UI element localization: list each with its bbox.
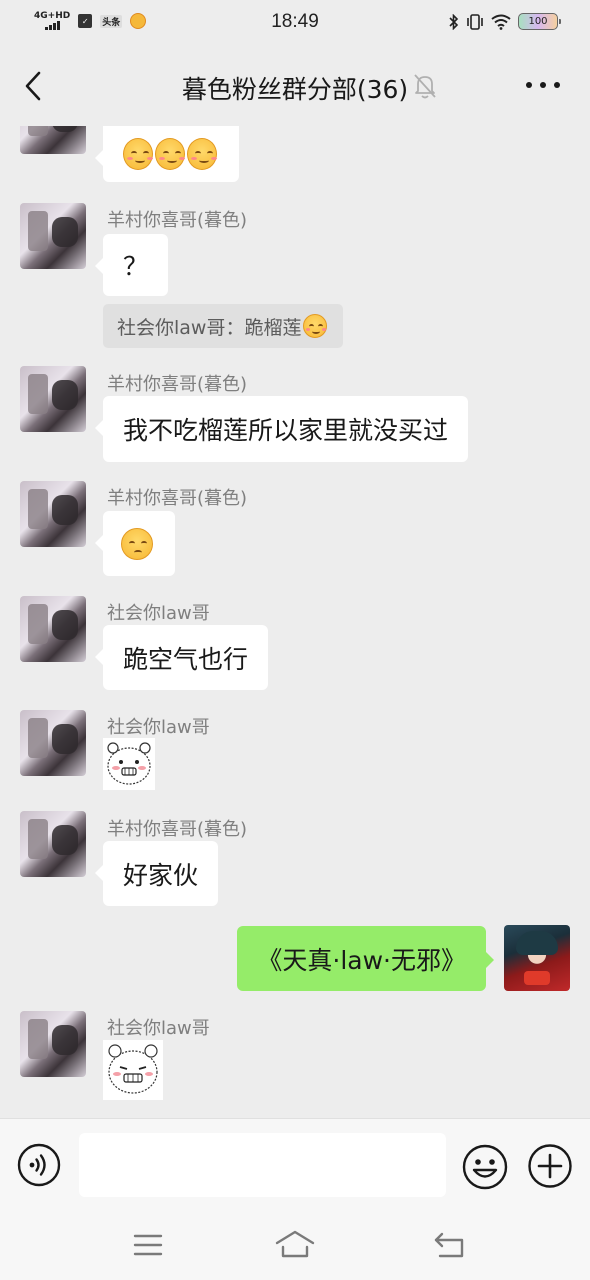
avatar[interactable] <box>20 811 86 877</box>
battery-level: 100 <box>528 16 548 27</box>
sender-name: 社会你law哥 <box>107 603 210 624</box>
plus-circle-icon[interactable] <box>527 1143 573 1189</box>
message-bubble[interactable]: 我不吃榴莲所以家里就没买过 <box>94 396 469 462</box>
smiling-face-emoji-icon <box>303 314 328 338</box>
message-bubble[interactable]: ？ <box>94 234 169 296</box>
avatar[interactable] <box>20 203 86 269</box>
sender-name: 社会你law哥 <box>107 1018 210 1039</box>
smiling-face-emoji-icon <box>187 138 217 170</box>
status-bar: 4G+HD ✓ 头条 18:49 100 <box>0 0 590 44</box>
smiling-face-emoji-icon <box>155 138 185 170</box>
sender-name: 羊村你喜哥(暮色) <box>107 210 248 231</box>
smiley-icon[interactable] <box>461 1143 509 1191</box>
my-avatar[interactable] <box>504 925 570 991</box>
home-icon[interactable] <box>274 1228 316 1260</box>
vibrate-icon <box>467 13 483 30</box>
message-bubble-emoji[interactable] <box>95 511 175 576</box>
voice-icon[interactable] <box>17 1143 61 1187</box>
smiling-face-emoji-icon <box>123 138 153 170</box>
sticker-image[interactable] <box>103 1040 163 1100</box>
status-right: 100 <box>449 13 561 30</box>
chat-message-list[interactable]: 羊村你喜哥(暮色) ？ 社会你law哥：跪榴莲 羊村你喜哥(暮色) 我不吃榴莲所… <box>0 126 590 1118</box>
sticker-image[interactable] <box>103 738 155 790</box>
battery-icon: 100 <box>518 13 561 30</box>
sender-name: 社会你law哥 <box>107 717 210 738</box>
menu-icon[interactable] <box>133 1232 163 1258</box>
wifi-icon <box>491 14 511 30</box>
sender-name: 羊村你喜哥(暮色) <box>107 819 248 840</box>
bell-off-icon <box>414 74 436 99</box>
message-bubble[interactable]: 跪空气也行 <box>94 625 269 690</box>
more-dots-icon[interactable] <box>526 82 560 92</box>
message-bubble-mine[interactable]: 《天真·law·无邪》 <box>237 926 494 991</box>
sender-name: 羊村你喜哥(暮色) <box>107 488 248 509</box>
return-icon[interactable] <box>432 1230 466 1260</box>
bluetooth-icon <box>449 13 459 30</box>
avatar[interactable] <box>20 126 86 154</box>
chat-header: 暮色粉丝群分部(36) <box>0 44 590 126</box>
page-title: 暮色粉丝群分部(36) <box>181 75 409 104</box>
avatar[interactable] <box>20 710 86 776</box>
avatar[interactable] <box>20 596 86 662</box>
sender-name: 羊村你喜哥(暮色) <box>107 374 248 395</box>
avatar[interactable] <box>20 481 86 547</box>
input-bar <box>0 1118 590 1210</box>
message-input[interactable] <box>79 1133 446 1197</box>
pleading-face-emoji-icon <box>121 527 153 560</box>
avatar[interactable] <box>20 1011 86 1077</box>
system-navigation-bar <box>0 1210 590 1280</box>
avatar[interactable] <box>20 366 86 432</box>
message-bubble-emoji[interactable] <box>95 126 239 182</box>
quoted-text: 社会你law哥：跪榴莲 <box>117 316 302 339</box>
quoted-message[interactable]: 社会你law哥：跪榴莲 <box>103 304 344 348</box>
message-bubble[interactable]: 好家伙 <box>94 841 219 906</box>
